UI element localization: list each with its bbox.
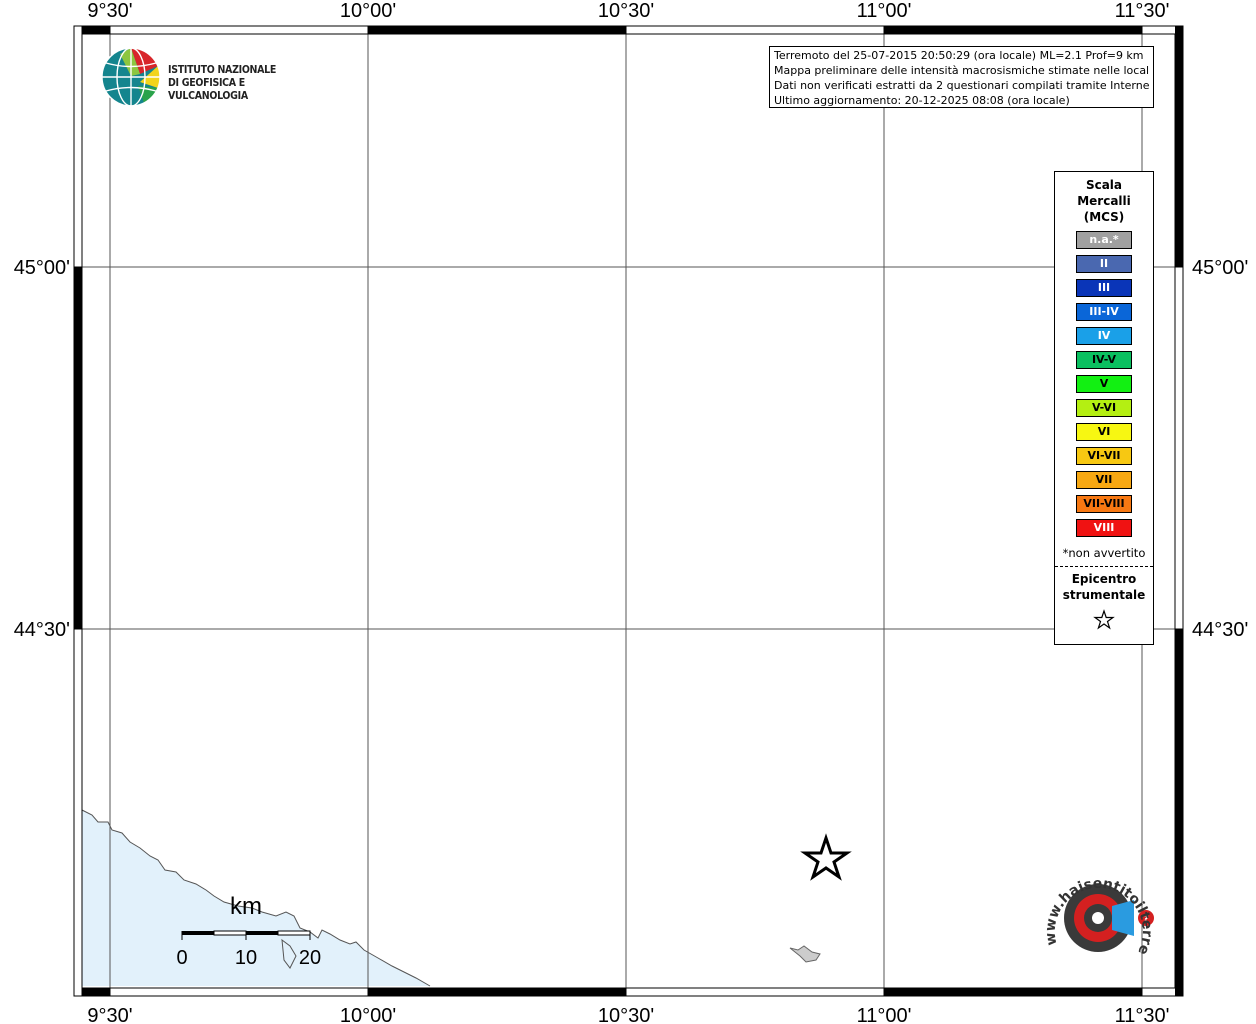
ingv-logo: ISTITUTO NAZIONALE DI GEOFISICA E VULCAN…	[100, 46, 320, 110]
legend-item: VII	[1076, 471, 1132, 489]
earthquake-info-box: Terremoto del 25-07-2015 20:50:29 (ora l…	[769, 46, 1154, 108]
legend-epi-line: Epicentro	[1071, 572, 1137, 586]
mcs-legend: Scala Mercalli (MCS) n.a.* II III III-IV IV I…	[1054, 171, 1154, 645]
legend-item: III	[1076, 279, 1132, 297]
legend-title-line: (MCS)	[1083, 210, 1125, 224]
lake-feature	[789, 945, 821, 963]
lon-label-top: 11°00'	[857, 0, 912, 22]
hsit-logo: ? www.haisentitoilterremoto.it	[1027, 844, 1164, 976]
info-line2: Mappa preliminare delle intensità macros…	[774, 64, 1149, 77]
legend-note: *non avvertito	[1062, 546, 1146, 560]
legend-item: VIII	[1076, 519, 1132, 537]
legend-items: n.a.* II III III-IV IV IV-V V V-VI VI VI-VII VII VI…	[1055, 231, 1153, 537]
info-line3: Dati non verificati estratti da 2 questi…	[774, 79, 1149, 92]
lon-label-top: 10°30'	[598, 0, 654, 22]
lon-label-top: 10°00'	[340, 0, 396, 22]
globe-icon	[101, 47, 161, 107]
hsit-emblem-icon: ? www.haisentitoilterremoto.it	[1027, 844, 1155, 957]
lat-label-left: 44°30'	[14, 619, 70, 641]
legend-item: IV-V	[1076, 351, 1132, 369]
logo-line2: DI GEOFISICA E VULCANOLOGIA	[168, 77, 248, 102]
legend-epicenter-label: Epicentro strumentale	[1055, 571, 1153, 603]
scale-label: 10	[235, 947, 257, 969]
lon-label-top: 9°30'	[87, 0, 132, 22]
info-line1: Terremoto del 25-07-2015 20:50:29 (ora l…	[774, 49, 1144, 62]
map-frame	[73, 25, 1184, 997]
lon-label-bottom: 10°30'	[598, 1005, 654, 1024]
legend-item: V-VI	[1076, 399, 1132, 417]
legend-star-icon	[1093, 609, 1115, 630]
lon-label-bottom: 11°00'	[857, 1005, 912, 1024]
legend-item: III-IV	[1076, 303, 1132, 321]
scale-unit: km	[230, 893, 262, 920]
legend-epi-line: strumentale	[1062, 588, 1146, 602]
info-line4: Ultimo aggiornamento: 20-12-2025 08:08 (…	[774, 94, 1070, 107]
lon-label-bottom: 9°30'	[87, 1005, 132, 1024]
epicenter-star-icon[interactable]	[800, 833, 852, 881]
legend-title-line: Mercalli	[1077, 194, 1131, 208]
legend-item: VI-VII	[1076, 447, 1132, 465]
lon-label-bottom: 11°30'	[1115, 1005, 1170, 1024]
lon-label-bottom: 10°00'	[340, 1005, 396, 1024]
legend-item: IV	[1076, 327, 1132, 345]
scale-label: 20	[299, 947, 321, 969]
legend-item: VI	[1076, 423, 1132, 441]
legend-item: V	[1076, 375, 1132, 393]
legend-divider	[1055, 566, 1153, 567]
lon-label-top: 11°30'	[1115, 0, 1170, 22]
logo-line1: ISTITUTO NAZIONALE	[168, 64, 277, 76]
lat-label-right: 45°00'	[1192, 257, 1248, 279]
legend-title-line: Scala	[1085, 178, 1123, 192]
legend-item: n.a.*	[1076, 231, 1132, 249]
lat-label-right: 44°30'	[1192, 619, 1248, 641]
legend-item: II	[1076, 255, 1132, 273]
graticule	[78, 30, 1178, 992]
lat-label-left: 45°00'	[14, 257, 70, 279]
scale-label: 0	[176, 947, 187, 969]
legend-title: Scala Mercalli (MCS)	[1055, 177, 1153, 225]
legend-item: VII-VIII	[1076, 495, 1132, 513]
